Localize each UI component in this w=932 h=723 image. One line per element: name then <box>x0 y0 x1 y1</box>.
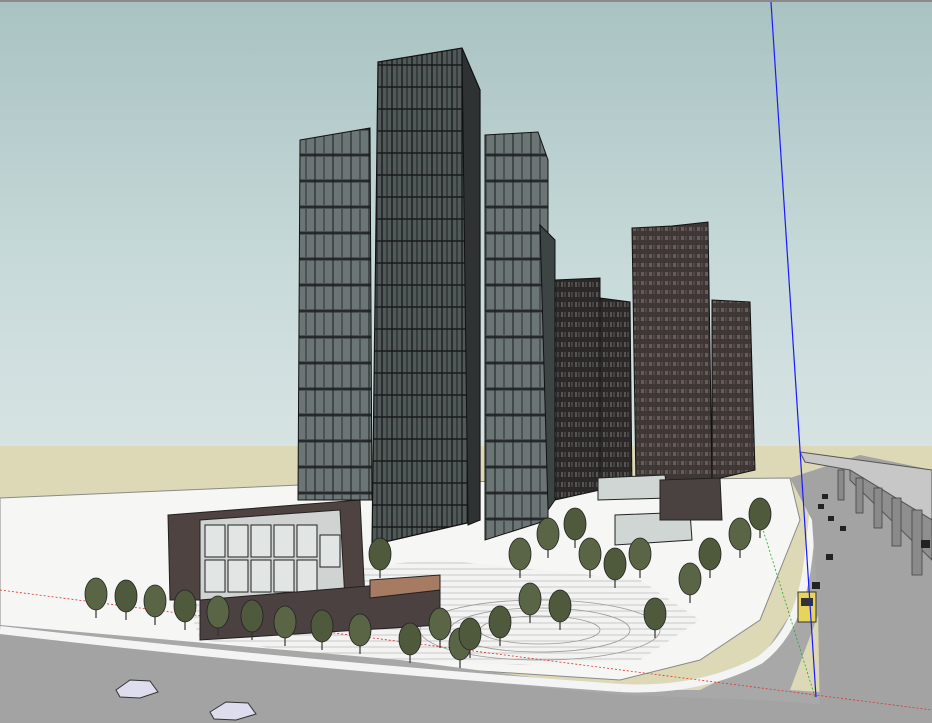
model-viewport[interactable] <box>0 0 932 723</box>
tower-bg-2 <box>631 221 713 486</box>
tower-right <box>484 131 549 541</box>
low-rise-right <box>597 474 669 501</box>
scene-canvas <box>0 1 932 723</box>
car-3 <box>797 591 817 623</box>
tower-bg-3 <box>711 299 756 481</box>
tower-left-back <box>297 127 373 501</box>
tower-bg-1 <box>554 277 601 501</box>
